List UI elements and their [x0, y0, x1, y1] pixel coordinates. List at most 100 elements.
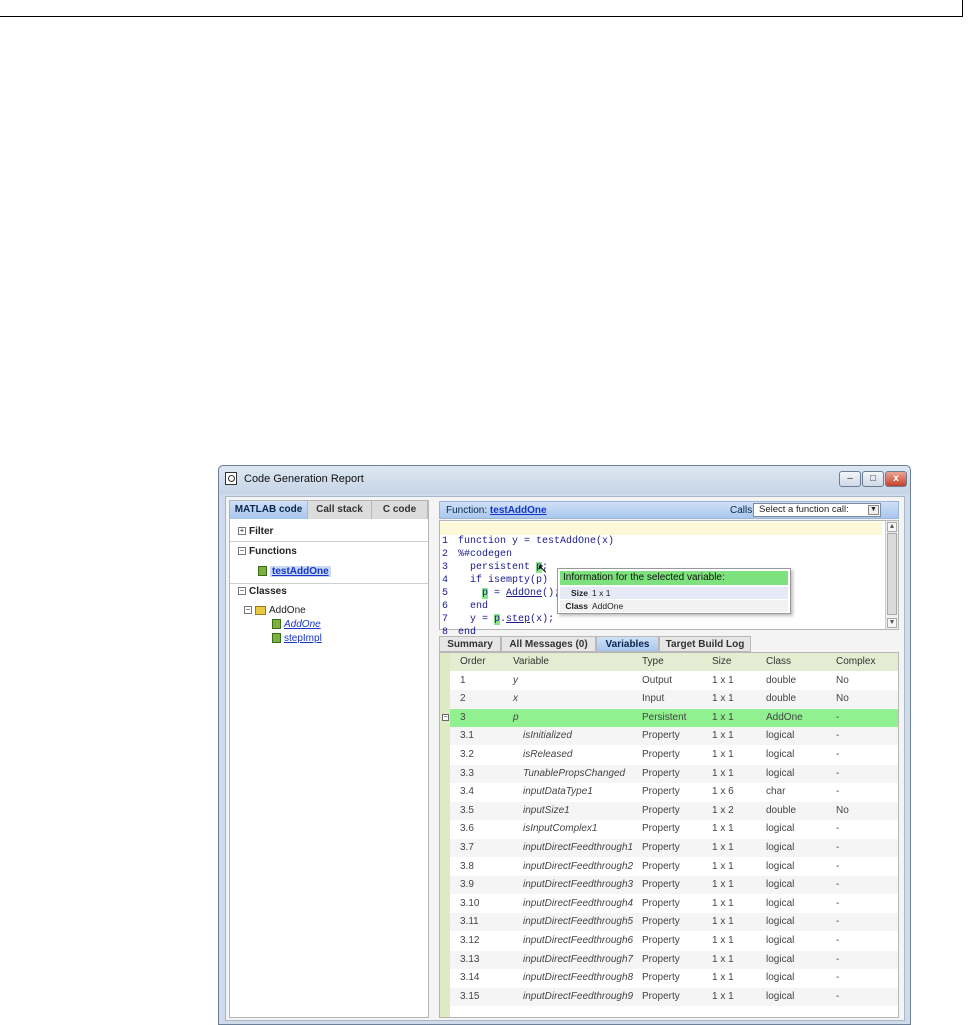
table-row[interactable]: 3.5 inputSize1 Property 1 x 2 double No [450, 802, 898, 820]
column-header-order[interactable]: Order [460, 653, 486, 671]
table-row[interactable]: 2 x Input 1 x 1 double No [450, 690, 898, 708]
table-row[interactable]: 3.12 inputDirectFeedthrough6 Property 1 x 1… [450, 932, 898, 950]
collapse-icon[interactable]: − [442, 714, 449, 721]
method-item-stepimpl[interactable]: stepImpl [272, 630, 422, 648]
function-item-testaddone[interactable]: testAddOne [258, 563, 428, 581]
report-app-icon [225, 472, 237, 485]
cell-variable: inputDirectFeedthrough9 [523, 991, 634, 1002]
scroll-thumb[interactable] [887, 533, 897, 615]
cell-order: 3.2 [460, 749, 474, 760]
table-row[interactable]: 3.11 inputDirectFeedthrough5 Property 1 x 1… [450, 913, 898, 931]
column-header-type[interactable]: Type [642, 653, 664, 671]
table-row[interactable]: 3.13 inputDirectFeedthrough7 Property 1 x 1… [450, 951, 898, 969]
function-link[interactable]: testAddOne [270, 566, 331, 577]
cell-size: 1 x 1 [712, 693, 734, 704]
table-row[interactable]: 3.1 isInitialized Property 1 x 1 logical - [450, 727, 898, 745]
code-line: 1 function y = testAddOne(x) [440, 522, 882, 547]
table-row[interactable]: 3.4 inputDataType1 Property 1 x 6 char - [450, 783, 898, 801]
cell-complex: - [836, 842, 840, 853]
calls-select[interactable]: Select a function call: ▼ [753, 503, 881, 517]
table-row[interactable]: 3.2 isReleased Property 1 x 1 logical - [450, 746, 898, 764]
cell-complex: - [836, 749, 840, 760]
table-row[interactable]: 1 y Output 1 x 1 double No [450, 672, 898, 690]
class-name: AddOne [269, 605, 306, 616]
cell-size: 1 x 1 [712, 861, 734, 872]
method-link[interactable]: AddOne [284, 619, 321, 630]
method-link[interactable]: stepImpl [284, 633, 322, 644]
cell-type: Property [642, 768, 680, 779]
cell-complex: - [836, 991, 840, 1002]
cell-size: 1 x 1 [712, 730, 734, 741]
cell-variable: p [513, 712, 519, 723]
code-line: 2 %#codegen [440, 535, 882, 560]
cell-variable: inputDirectFeedthrough5 [523, 916, 634, 927]
cell-type: Property [642, 916, 680, 927]
tooltip-row-class: Class AddOne [560, 600, 788, 612]
scroll-down-icon[interactable]: ▼ [887, 618, 897, 628]
close-button[interactable]: x [885, 471, 907, 487]
tab-summary[interactable]: Summary [439, 636, 501, 652]
tooltip-value: AddOne [592, 601, 624, 611]
collapse-icon[interactable]: − [238, 587, 246, 596]
table-row[interactable]: 3.8 inputDirectFeedthrough2 Property 1 x 1 l… [450, 858, 898, 876]
class-icon [255, 605, 266, 615]
tab-c-code[interactable]: C code [372, 501, 428, 519]
classes-section[interactable]: − Classes [238, 583, 436, 601]
tab-target-build-log[interactable]: Target Build Log [659, 636, 751, 652]
cell-type: Property [642, 935, 680, 946]
tab-call-stack[interactable]: Call stack [308, 501, 372, 519]
column-header-variable[interactable]: Variable [513, 653, 549, 671]
table-row[interactable]: 3 p Persistent 1 x 1 AddOne - [450, 709, 898, 727]
cell-type: Property [642, 730, 680, 741]
cell-class: double [766, 675, 797, 686]
filter-section[interactable]: + Filter [238, 523, 436, 541]
cell-class: double [766, 805, 797, 816]
maximize-button[interactable]: □ [862, 471, 884, 487]
minimize-button[interactable]: – [839, 471, 861, 487]
table-row[interactable]: 3.15 inputDirectFeedthrough9 Property 1 x 1… [450, 988, 898, 1006]
collapse-icon[interactable]: − [238, 547, 246, 556]
code-scrollbar[interactable]: ▲ ▼ [885, 521, 898, 629]
left-panel: MATLAB code Call stack C code + Filter − F… [229, 500, 429, 1018]
cell-order: 3.10 [460, 898, 480, 909]
function-icon [272, 619, 281, 630]
cell-order: 3.11 [460, 916, 479, 927]
collapse-icon[interactable]: − [244, 606, 252, 615]
cell-size: 1 x 1 [712, 916, 734, 927]
table-row[interactable]: 3.3 TunablePropsChanged Property 1 x 1 logic… [450, 765, 898, 783]
cell-class: logical [766, 730, 795, 741]
tooltip-title: Information for the selected variable: [560, 571, 788, 585]
cell-variable: inputDirectFeedthrough8 [523, 972, 634, 983]
cell-variable: x [513, 693, 518, 704]
cell-complex: - [836, 954, 840, 965]
tooltip-key: Size [570, 588, 588, 598]
cell-complex: - [836, 823, 840, 834]
column-header-complex[interactable]: Complex [836, 653, 875, 671]
cell-order: 3.1 [460, 730, 474, 741]
cell-type: Property [642, 805, 680, 816]
cell-size: 1 x 1 [712, 842, 734, 853]
cell-complex: No [836, 675, 849, 686]
cell-order: 3.7 [460, 842, 474, 853]
title-bar[interactable]: Code Generation Report – □ x [219, 466, 910, 494]
cell-order: 3.3 [460, 768, 474, 779]
cell-complex: - [836, 916, 840, 927]
scroll-up-icon[interactable]: ▲ [887, 522, 897, 532]
table-row[interactable]: 3.10 inputDirectFeedthrough4 Property 1 x 1… [450, 895, 898, 913]
calls-select-value: Select a function call: [759, 504, 849, 515]
tab-matlab-code[interactable]: MATLAB code [230, 501, 308, 519]
tab-variables[interactable]: Variables [596, 636, 659, 652]
functions-section[interactable]: − Functions [238, 543, 436, 561]
tab-all-messages[interactable]: All Messages (0) [501, 636, 596, 652]
chevron-down-icon[interactable]: ▼ [868, 505, 879, 515]
function-name-link[interactable]: testAddOne [490, 505, 547, 516]
function-bar: Function: testAddOne Calls Select a func… [439, 501, 899, 519]
table-row[interactable]: 3.7 inputDirectFeedthrough1 Property 1 x 1 l… [450, 839, 898, 857]
expand-icon[interactable]: + [238, 527, 246, 536]
cell-variable: inputDirectFeedthrough2 [523, 861, 634, 872]
table-row[interactable]: 3.14 inputDirectFeedthrough8 Property 1 x 1… [450, 969, 898, 987]
column-header-size[interactable]: Size [712, 653, 731, 671]
table-row[interactable]: 3.6 isInputComplex1 Property 1 x 1 logical - [450, 820, 898, 838]
table-row[interactable]: 3.9 inputDirectFeedthrough3 Property 1 x 1 l… [450, 876, 898, 894]
column-header-class[interactable]: Class [766, 653, 791, 671]
